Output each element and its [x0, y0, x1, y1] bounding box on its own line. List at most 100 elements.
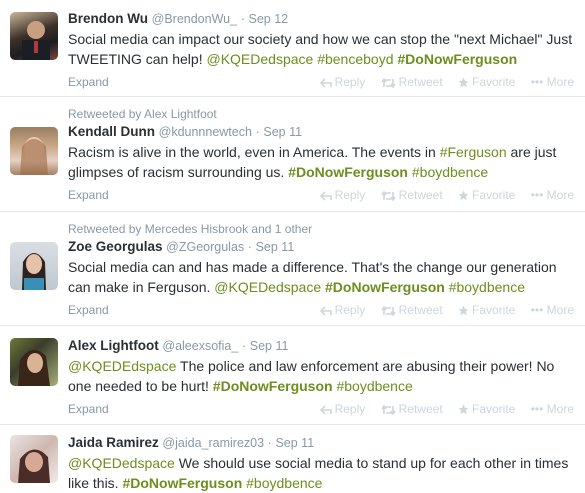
- expand-link[interactable]: Expand: [68, 75, 109, 89]
- tweet[interactable]: Alex Lightfoot @aleexsofia_ · Sep 11 @KQ…: [0, 326, 585, 425]
- mention-link[interactable]: @KQEDedspace: [68, 455, 175, 471]
- tweet-actions: Reply Retweet Favorite ••• More: [308, 188, 574, 202]
- timestamp[interactable]: Sep 11: [256, 240, 295, 254]
- reply-button[interactable]: Reply: [319, 188, 365, 202]
- user-handle[interactable]: @aleexsofia_: [162, 339, 238, 353]
- tweet-text: Racism is alive in the world, even in Am…: [68, 142, 573, 182]
- star-icon: [458, 305, 469, 316]
- reply-icon: [319, 78, 332, 88]
- hashtag-link[interactable]: #boydbence: [412, 164, 488, 180]
- tweet-header: Kendall Dunn @kdunnnewtech · Sep 11: [68, 124, 585, 140]
- reply-button[interactable]: Reply: [319, 75, 366, 89]
- retweet-button[interactable]: Retweet: [380, 75, 443, 89]
- tweet[interactable]: Jaida Ramirez @jaida_ramirez03 · Sep 11 …: [0, 425, 585, 493]
- timestamp[interactable]: Sep 11: [263, 125, 302, 139]
- more-label: More: [546, 75, 574, 89]
- more-icon: •••: [530, 75, 544, 89]
- more-button[interactable]: ••• More: [531, 303, 574, 317]
- retweeted-by[interactable]: Retweeted by Mercedes Hisbrook and 1 oth…: [68, 212, 585, 236]
- retweet-button[interactable]: Retweet: [380, 303, 443, 317]
- more-button[interactable]: ••• More: [531, 188, 574, 202]
- retweeted-by[interactable]: Retweeted by Alex Lightfoot: [68, 97, 585, 121]
- tweet-header: Alex Lightfoot @aleexsofia_ · Sep 11: [68, 338, 585, 354]
- hashtag-link[interactable]: #Ferguson: [440, 144, 507, 160]
- tweet-header: Zoe Georgulas @ZGeorgulas · Sep 11: [68, 239, 585, 255]
- user-handle[interactable]: @BrendonWu_: [152, 12, 237, 26]
- favorite-button[interactable]: Favorite: [458, 75, 515, 89]
- more-button[interactable]: ••• More: [531, 75, 574, 89]
- tweet[interactable]: Retweeted by Mercedes Hisbrook and 1 oth…: [0, 212, 585, 326]
- favorite-button[interactable]: Favorite: [458, 303, 515, 317]
- more-label: More: [546, 303, 574, 317]
- expand-link[interactable]: Expand: [68, 303, 109, 317]
- retweet-icon: [380, 77, 396, 89]
- reply-icon: [319, 405, 332, 415]
- timestamp[interactable]: Sep 11: [250, 339, 289, 353]
- more-icon: •••: [530, 188, 544, 202]
- favorite-button[interactable]: Favorite: [458, 188, 515, 202]
- hashtag-link[interactable]: #DoNowFerguson: [325, 279, 445, 295]
- retweet-button[interactable]: Retweet: [380, 402, 443, 416]
- user-handle[interactable]: @kdunnnewtech: [159, 125, 252, 139]
- expand-link[interactable]: Expand: [68, 188, 109, 202]
- retweet-label: Retweet: [398, 402, 443, 416]
- text-segment: Racism is alive in the world, even in Am…: [68, 144, 440, 160]
- retweet-icon: [380, 305, 396, 317]
- mention-link[interactable]: @KQEDEdspace: [68, 358, 176, 374]
- reply-label: Reply: [334, 303, 366, 317]
- tweet-footer: Expand Reply Retweet Favorite ••• More: [68, 400, 585, 420]
- separator: ·: [241, 339, 247, 353]
- avatar[interactable]: [10, 338, 58, 386]
- user-name[interactable]: Zoe Georgulas: [68, 239, 163, 254]
- reply-icon: [319, 306, 332, 316]
- hashtag-link[interactable]: #benceboyd: [317, 51, 393, 67]
- hashtag-link[interactable]: #DoNowFerguson: [122, 475, 242, 491]
- avatar[interactable]: [10, 12, 58, 60]
- reply-label: Reply: [334, 75, 366, 89]
- user-name[interactable]: Alex Lightfoot: [68, 338, 159, 353]
- reply-button[interactable]: Reply: [319, 303, 366, 317]
- hashtag-link[interactable]: #DoNowFerguson: [397, 51, 517, 67]
- tweet-header: Brendon Wu @BrendonWu_ · Sep 12: [68, 11, 585, 27]
- retweet-label: Retweet: [398, 75, 443, 89]
- tweet-actions: Reply Retweet Favorite ••• More: [308, 75, 574, 89]
- retweet-button[interactable]: Retweet: [380, 188, 443, 202]
- tweet-footer: Expand Reply Retweet Favorite ••• More: [68, 73, 585, 93]
- hashtag-link[interactable]: #DoNowFerguson: [288, 164, 408, 180]
- more-icon: •••: [530, 303, 544, 317]
- favorite-button[interactable]: Favorite: [458, 402, 515, 416]
- user-handle[interactable]: @ZGeorgulas: [166, 240, 244, 254]
- mention-link[interactable]: @KQEDedspace: [206, 51, 313, 67]
- tweet-actions: Reply Retweet Favorite ••• More: [308, 303, 574, 317]
- more-button[interactable]: ••• More: [531, 402, 574, 416]
- expand-link[interactable]: Expand: [68, 402, 109, 416]
- avatar[interactable]: [10, 242, 58, 290]
- favorite-label: Favorite: [472, 402, 516, 416]
- reply-label: Reply: [334, 402, 366, 416]
- reply-button[interactable]: Reply: [319, 402, 366, 416]
- tweet-text: @KQEDEdspace The police and law enforcem…: [68, 356, 573, 396]
- hashtag-link[interactable]: #boydbence: [246, 475, 322, 491]
- favorite-label: Favorite: [472, 303, 516, 317]
- more-label: More: [546, 188, 574, 202]
- tweet[interactable]: Retweeted by Alex Lightfoot Kendall Dunn…: [0, 97, 585, 212]
- more-icon: •••: [530, 402, 544, 416]
- user-handle[interactable]: @jaida_ramirez03: [162, 436, 264, 450]
- favorite-label: Favorite: [472, 188, 516, 202]
- star-icon: [458, 190, 469, 201]
- avatar[interactable]: [10, 435, 58, 483]
- hashtag-link[interactable]: #boydbence: [336, 378, 412, 394]
- user-name[interactable]: Brendon Wu: [68, 11, 148, 26]
- star-icon: [458, 77, 469, 88]
- separator: ·: [267, 436, 272, 450]
- timestamp[interactable]: Sep 12: [248, 12, 288, 26]
- hashtag-link[interactable]: #DoNowFerguson: [213, 378, 333, 394]
- avatar[interactable]: [10, 127, 58, 175]
- user-name[interactable]: Kendall Dunn: [68, 124, 155, 139]
- tweet[interactable]: Brendon Wu @BrendonWu_ · Sep 12 Social m…: [0, 0, 585, 97]
- hashtag-link[interactable]: #boydbence: [449, 279, 525, 295]
- separator: ·: [247, 240, 252, 254]
- timestamp[interactable]: Sep 11: [275, 436, 314, 450]
- user-name[interactable]: Jaida Ramirez: [68, 435, 159, 450]
- mention-link[interactable]: @KQEDedspace: [214, 279, 321, 295]
